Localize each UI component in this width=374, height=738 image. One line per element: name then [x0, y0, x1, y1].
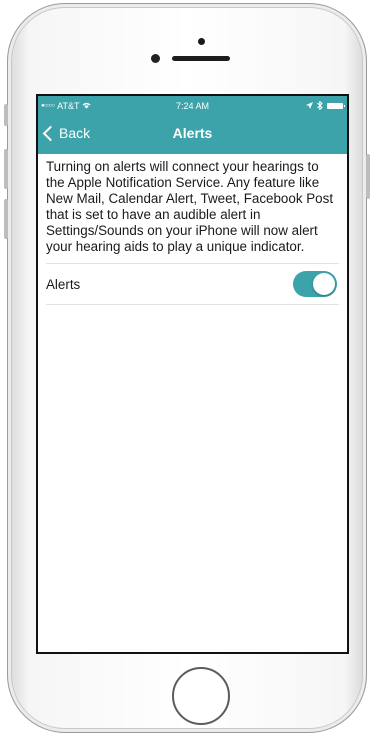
front-camera	[151, 54, 160, 63]
sensor-dot	[198, 38, 205, 45]
phone-screen: ●○○○○ AT&T 7:24 AM Back Alerts Turning o…	[36, 94, 349, 654]
alerts-label: Alerts	[46, 276, 81, 292]
alerts-description: Turning on alerts will connect your hear…	[46, 159, 334, 254]
battery-icon	[327, 103, 345, 109]
status-time: 7:24 AM	[175, 101, 210, 111]
location-icon	[306, 101, 313, 111]
divider-bottom	[46, 304, 339, 305]
toggle-knob	[313, 273, 335, 295]
mute-switch	[4, 104, 8, 126]
alerts-row: Alerts	[46, 264, 339, 304]
status-bar: ●○○○○ AT&T 7:24 AM	[38, 99, 347, 113]
device-stage: ●○○○○ AT&T 7:24 AM Back Alerts Turning o…	[0, 0, 374, 738]
earpiece-speaker	[172, 56, 230, 61]
alerts-toggle[interactable]	[293, 271, 337, 297]
nav-bar: Back Alerts	[38, 120, 347, 146]
volume-down-button	[4, 199, 8, 239]
home-button[interactable]	[172, 667, 230, 725]
page-title: Alerts	[172, 125, 213, 141]
top-bar: ●○○○○ AT&T 7:24 AM Back Alerts	[38, 96, 347, 154]
content-area: Turning on alerts will connect your hear…	[38, 154, 347, 305]
power-button	[366, 154, 370, 199]
bluetooth-icon	[317, 99, 323, 112]
volume-up-button	[4, 149, 8, 189]
status-right	[306, 99, 345, 112]
